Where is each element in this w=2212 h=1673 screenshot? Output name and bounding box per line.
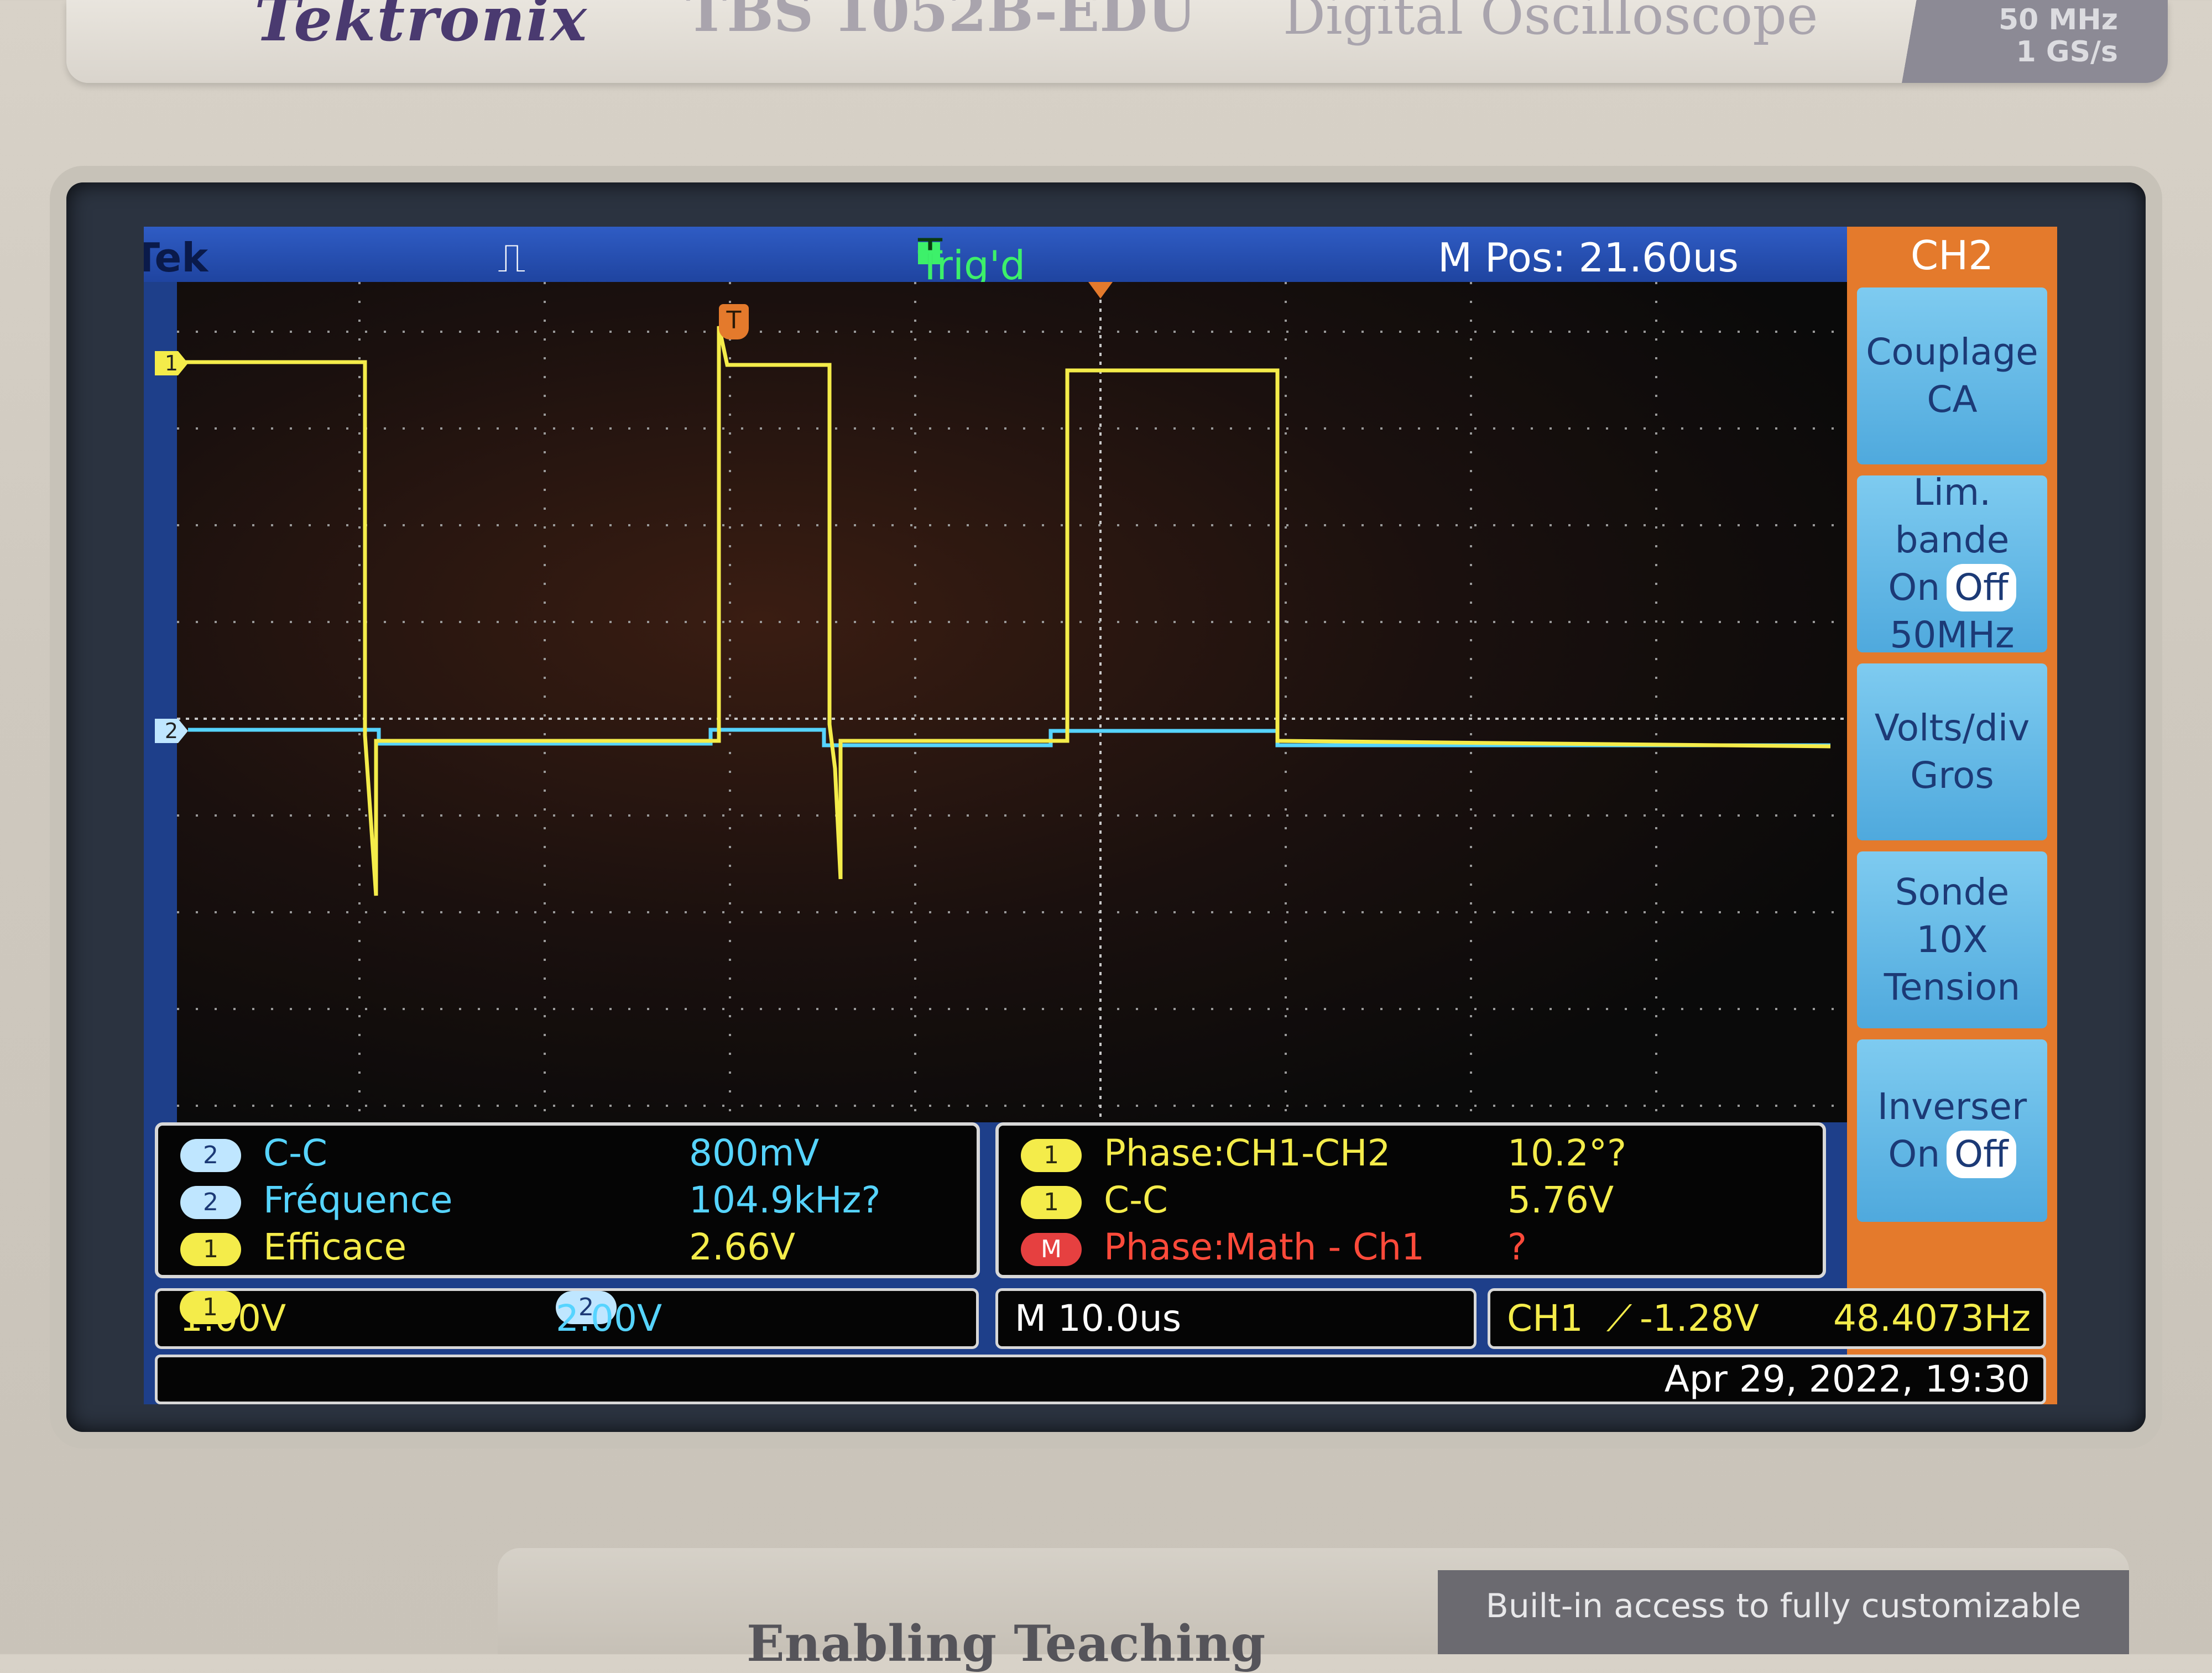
trigger-bar: CH1 ⟋ -1.28V 48.4073Hz <box>1488 1288 2046 1349</box>
invert-on-option: On <box>1888 1133 1940 1175</box>
bandwidth-limit-button[interactable]: Lim. bande On Off 50MHz <box>1857 471 2047 656</box>
volts-div-button[interactable]: Volts/div Gros <box>1857 663 2047 840</box>
volts-div-value: Gros <box>1910 754 1994 797</box>
channel-badge: 2 <box>180 1185 241 1219</box>
invert-off-option: Off <box>1947 1131 2016 1178</box>
model-name: TBS 1052B-EDU <box>686 0 1196 44</box>
timebase: M 10.0us <box>1015 1297 1182 1340</box>
trigger-marker-label: T <box>726 306 742 334</box>
trigger-position-marker[interactable]: T <box>719 304 749 339</box>
invert-button[interactable]: Inverser On Off <box>1857 1039 2047 1222</box>
measurement-value: 2.66V <box>689 1226 796 1268</box>
measurement-row: 1 Phase:CH1-CH2 10.2°? <box>1021 1131 1626 1175</box>
math-badge: M <box>1021 1232 1082 1266</box>
date-time: Apr 29, 2022, 19:30 <box>1664 1358 2030 1400</box>
bandwidth-limit-label: Lim. bande <box>1895 471 2010 561</box>
measurement-row: 2 Fréquence 104.9kHz? <box>180 1178 880 1222</box>
bandwidth-on-option: On <box>1888 566 1940 609</box>
timebase-bar: M 10.0us <box>995 1288 1477 1349</box>
tek-logo: Tek <box>144 234 208 281</box>
probe-button[interactable]: Sonde 10X Tension <box>1857 851 2047 1028</box>
trigger-slope-icon: ⟋ <box>1606 1297 1632 1340</box>
trigger-source: CH1 <box>1507 1297 1583 1340</box>
menu-title: CH2 <box>1910 232 1994 279</box>
ch2-scale: 2.00V <box>556 1297 662 1340</box>
ch1-marker-label: 1 <box>164 351 179 375</box>
invert-toggle: On Off <box>1888 1131 2016 1178</box>
measurement-panel-left: 2 C-C 800mV 2 Fréquence 104.9kHz? 1 Efficac… <box>155 1122 980 1278</box>
device-description: Digital Oscilloscope <box>1283 0 1818 46</box>
measurement-panel-right: 1 Phase:CH1-CH2 10.2°? 1 C-C 5.76V M Phase:… <box>995 1122 1826 1278</box>
invert-label: Inverser <box>1877 1085 2027 1128</box>
date-bar: Apr 29, 2022, 19:30 <box>155 1355 2046 1404</box>
graticule-center-axes <box>177 282 1847 1122</box>
bandwidth-spec: 50 MHz <box>1999 3 2118 36</box>
measurement-label: Fréquence <box>263 1179 453 1221</box>
measurement-row: M Phase:Math - Ch1 ? <box>1021 1225 1527 1269</box>
coupling-button[interactable]: Couplage CA <box>1857 287 2047 464</box>
channel-badge: 1 <box>1021 1138 1082 1172</box>
graticule-svg <box>177 282 1847 1122</box>
measurement-row: 1 C-C 5.76V <box>1021 1178 1614 1222</box>
volts-div-label: Volts/div <box>1874 707 2030 749</box>
measurement-row: 2 C-C 800mV <box>180 1131 819 1175</box>
channel-badge: 1 <box>1021 1185 1082 1219</box>
horizontal-position: M Pos: 21.60us <box>1438 234 1739 281</box>
probe-label: Sonde <box>1895 871 2010 913</box>
bandwidth-limit-toggle: On Off <box>1888 564 2016 611</box>
channel-badge: 2 <box>180 1138 241 1172</box>
waveform-display: 1 2 T <box>155 282 1847 1122</box>
bottom-bezel: Enabling Teaching Built-in access to ful… <box>498 1548 2129 1673</box>
ch2-side-menu: CH2 Couplage CA Lim. bande On Off 50MHz V… <box>1847 227 2057 1404</box>
measurement-value: 800mV <box>689 1132 820 1174</box>
oscilloscope-screen: Tek ⎍ TTrig'd M Pos: 21.60us <box>144 227 2057 1404</box>
trigger-point-icon <box>1088 282 1113 299</box>
graticule-grid <box>177 282 1847 1122</box>
measurement-value: ? <box>1507 1226 1527 1268</box>
bandwidth-off-option: Off <box>1947 564 2016 611</box>
measurement-value: 10.2°? <box>1507 1132 1626 1174</box>
trigger-level: -1.28V <box>1640 1297 1759 1340</box>
measurement-label: Efficace <box>263 1226 407 1268</box>
status-header: Tek ⎍ TTrig'd M Pos: 21.60us <box>144 227 1847 289</box>
measurement-label: Phase:CH1-CH2 <box>1104 1132 1391 1174</box>
measurement-row: 1 Efficace 2.66V <box>180 1225 795 1269</box>
measurement-label: C-C <box>1104 1179 1168 1221</box>
probe-type: Tension <box>1884 966 2021 1008</box>
coupling-label: Couplage <box>1866 331 2038 373</box>
top-bezel: Tektronix TBS 1052B-EDU Digital Oscillos… <box>66 0 2168 83</box>
sample-rate-spec: 1 GS/s <box>2016 35 2118 69</box>
bottom-feature-label: Built-in access to fully customizable <box>1438 1570 2129 1654</box>
ch2-marker-label: 2 <box>164 719 179 743</box>
probe-attenuation: 10X <box>1916 918 1988 961</box>
coupling-value: CA <box>1927 378 1978 421</box>
bottom-tagline: Enabling Teaching <box>747 1614 1266 1673</box>
vertical-scale-bar: 1 1.00V 2 2.00V <box>155 1288 979 1349</box>
measurement-label: Phase:Math - Ch1 <box>1104 1226 1425 1268</box>
brand-logo: Tektronix <box>254 0 588 55</box>
ch1-scale: 1.00V <box>180 1297 286 1340</box>
measurement-value: 104.9kHz? <box>689 1179 881 1221</box>
trigger-frequency: 48.4073Hz <box>1833 1297 2031 1340</box>
acquisition-pulse-icon: ⎍ <box>498 234 526 281</box>
measurement-value: 5.76V <box>1507 1179 1614 1221</box>
ch1-waveform <box>177 326 1831 896</box>
measurement-label: C-C <box>263 1132 327 1174</box>
spec-badge: 50 MHz 1 GS/s <box>1858 0 2168 83</box>
bandwidth-limit-value: 50MHz <box>1890 614 2015 656</box>
channel-badge: 1 <box>180 1232 241 1266</box>
